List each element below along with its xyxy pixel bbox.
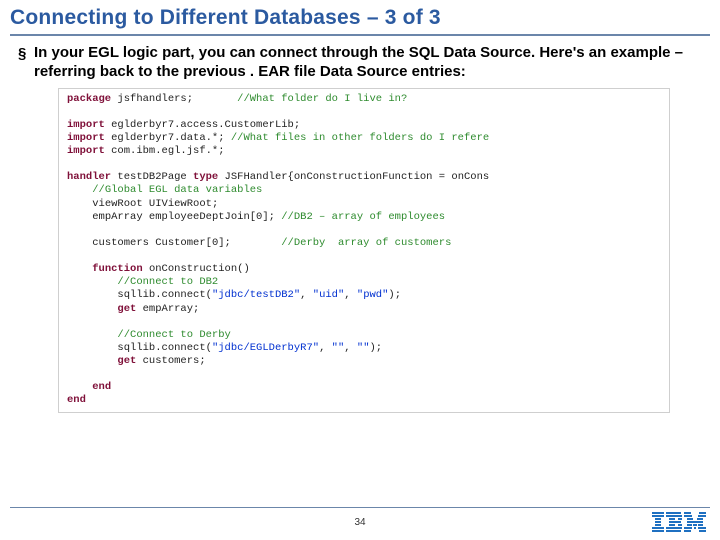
code-text: sqllib.connect( [117, 342, 212, 354]
code-indent [67, 184, 92, 196]
code-keyword: import [67, 119, 105, 131]
code-keyword: end [92, 381, 111, 393]
code-comment: //Connect to Derby [117, 329, 230, 341]
footer-divider [10, 507, 710, 508]
code-text: com.ibm.egl.jsf.*; [105, 145, 225, 157]
code-comment: //What folder do I live in? [237, 93, 407, 105]
code-text: , [300, 289, 313, 301]
code-text: , [344, 342, 357, 354]
code-string: "" [357, 342, 370, 354]
code-text: JSFHandler{onConstructionFunction = onCo… [218, 171, 489, 183]
code-string: "jdbc/testDB2" [212, 289, 300, 301]
code-indent [67, 303, 117, 315]
code-comment: //DB2 – array of employees [281, 211, 445, 223]
code-keyword: type [193, 171, 218, 183]
slide: Connecting to Different Databases – 3 of… [0, 0, 720, 540]
code-text: jsfhandlers; [111, 93, 237, 105]
bullet-text: In your EGL logic part, you can connect … [34, 44, 710, 82]
code-keyword: function [92, 263, 142, 275]
code-text: ); [370, 342, 383, 354]
code-keyword: get [117, 303, 136, 315]
code-indent [67, 381, 92, 393]
code-text: eglderbyr7.data.*; [105, 132, 231, 144]
code-text: ); [388, 289, 401, 301]
code-keyword: handler [67, 171, 111, 183]
bullet-glyph: § [18, 44, 34, 64]
code-sample: package jsfhandlers; //What folder do I … [58, 88, 670, 413]
code-string: "pwd" [357, 289, 389, 301]
bullet-item: § In your EGL logic part, you can connec… [18, 44, 710, 82]
code-indent [67, 198, 92, 210]
title-divider [10, 34, 710, 36]
code-comment: //What files in other folders do I refer… [231, 132, 489, 144]
code-indent [67, 237, 92, 249]
code-text: , [344, 289, 357, 301]
code-text: eglderbyr7.access.CustomerLib; [105, 119, 300, 131]
code-text: empArray; [136, 303, 199, 315]
code-keyword: get [117, 355, 136, 367]
code-comment: //Global EGL data variables [92, 184, 262, 196]
code-keyword: package [67, 93, 111, 105]
slide-title: Connecting to Different Databases – 3 of… [0, 0, 720, 34]
code-indent [67, 289, 117, 301]
code-indent [67, 355, 117, 367]
code-text: empArray employeeDeptJoin[0]; [92, 211, 281, 223]
code-indent [67, 263, 92, 275]
code-comment: //Derby array of customers [281, 237, 451, 249]
code-keyword: end [67, 394, 86, 406]
code-string: "uid" [313, 289, 345, 301]
footer-row: 34 [0, 512, 720, 532]
code-keyword: import [67, 145, 105, 157]
ibm-logo-icon [652, 512, 706, 532]
code-string: "" [332, 342, 345, 354]
code-indent [67, 329, 117, 341]
code-text: customers Customer[0]; [92, 237, 281, 249]
code-indent [67, 276, 117, 288]
page-number: 34 [354, 517, 365, 528]
code-text: onConstruction() [143, 263, 250, 275]
code-text: sqllib.connect( [117, 289, 212, 301]
code-indent [67, 211, 92, 223]
code-indent [67, 342, 117, 354]
footer: 34 [0, 507, 720, 532]
slide-body: § In your EGL logic part, you can connec… [0, 44, 720, 413]
code-text: customers; [136, 355, 205, 367]
code-text: testDB2Page [111, 171, 193, 183]
code-string: "jdbc/EGLDerbyR7" [212, 342, 319, 354]
code-text: , [319, 342, 332, 354]
code-keyword: import [67, 132, 105, 144]
code-text: viewRoot UIViewRoot; [92, 198, 218, 210]
code-comment: //Connect to DB2 [117, 276, 218, 288]
